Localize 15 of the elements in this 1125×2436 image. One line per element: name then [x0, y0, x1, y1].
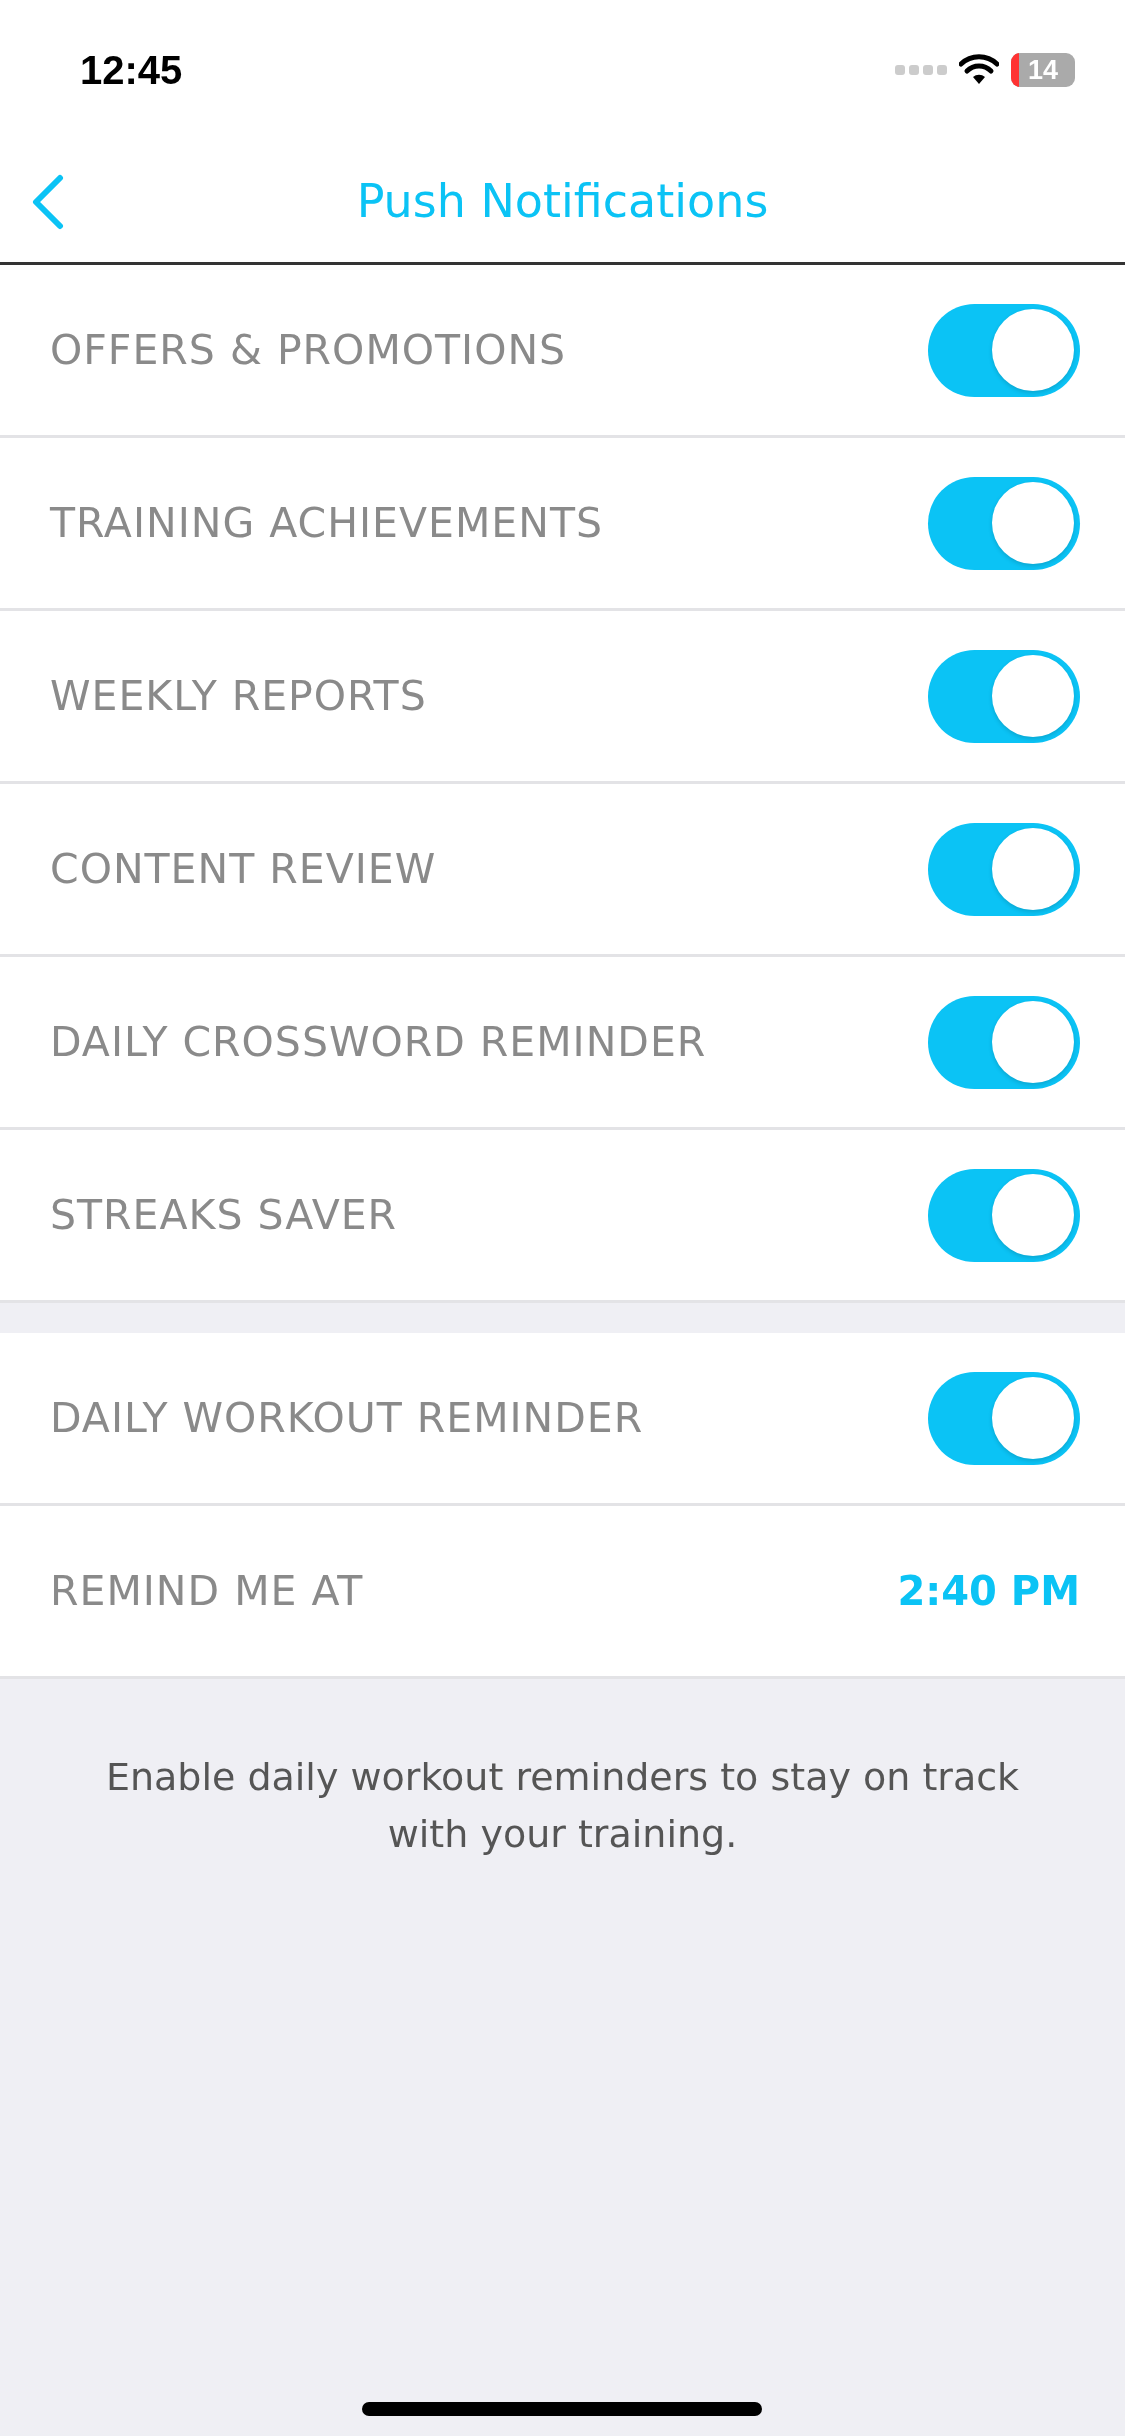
setting-label: DAILY CROSSWORD REMINDER: [50, 1018, 707, 1066]
status-time: 12:45: [80, 47, 183, 93]
setting-label: REMIND ME AT: [50, 1567, 364, 1615]
setting-label: WEEKLY REPORTS: [50, 672, 427, 720]
battery-icon: 14: [1011, 53, 1075, 87]
time-value[interactable]: 2:40 PM: [897, 1568, 1080, 1614]
footer-note: Enable daily workout reminders to stay on track with your training.: [104, 1754, 1021, 1858]
setting-label: STREAKS SAVER: [50, 1191, 398, 1239]
setting-label: TRAINING ACHIEVEMENTS: [50, 499, 603, 547]
setting-label: OFFERS & PROMOTIONS: [50, 326, 567, 374]
screen-title: Push Notifications: [356, 174, 769, 228]
wifi-icon: [959, 54, 999, 86]
setting-label: DAILY WORKOUT REMINDER: [50, 1394, 644, 1442]
signal-icon: [895, 64, 947, 76]
setting-label: CONTENT REVIEW: [50, 845, 437, 893]
